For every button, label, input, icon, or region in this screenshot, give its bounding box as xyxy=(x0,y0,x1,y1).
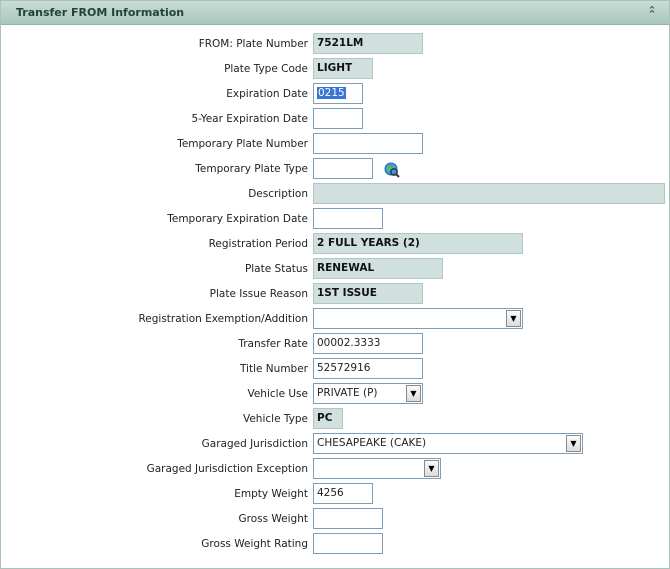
panel-title: Transfer FROM Information xyxy=(16,6,185,19)
empty-weight-input[interactable]: 4256 xyxy=(313,483,373,504)
plate-status-label: Plate Status xyxy=(244,263,308,275)
temp-plate-number-input[interactable] xyxy=(313,133,423,154)
description-field xyxy=(313,183,665,204)
plate-number-field: 7521LM xyxy=(313,33,423,54)
gross-weight-rating-input[interactable] xyxy=(313,533,383,554)
temp-expiration-date-input[interactable] xyxy=(313,208,383,229)
five-year-expiration-label: 5-Year Expiration Date xyxy=(191,113,308,125)
description-label: Description xyxy=(248,188,308,200)
vehicle-use-select[interactable]: PRIVATE (P) ▼ xyxy=(313,383,423,404)
garaged-jurisdiction-value: CHESAPEAKE (CAKE) xyxy=(317,437,427,449)
double-chevron-up-icon[interactable]: ⌃ ⌃ xyxy=(645,4,659,21)
expiration-date-value: 0215 xyxy=(317,87,346,99)
garaged-jurisdiction-label: Garaged Jurisdiction xyxy=(201,438,308,450)
temp-plate-type-label: Temporary Plate Type xyxy=(195,163,308,175)
temp-plate-number-label: Temporary Plate Number xyxy=(177,138,308,150)
vehicle-type-label: Vehicle Type xyxy=(242,413,308,425)
registration-exemption-select[interactable]: ▼ xyxy=(313,308,523,329)
title-number-input[interactable]: 52572916 xyxy=(313,358,423,379)
plate-issue-reason-label: Plate Issue Reason xyxy=(209,288,308,300)
chevron-down-icon[interactable]: ▼ xyxy=(506,310,521,327)
temp-plate-type-input[interactable] xyxy=(313,158,373,179)
transfer-rate-input[interactable]: 00002.3333 xyxy=(313,333,423,354)
transfer-rate-label: Transfer Rate xyxy=(238,338,308,350)
gross-weight-rating-label: Gross Weight Rating xyxy=(201,538,308,550)
gross-weight-input[interactable] xyxy=(313,508,383,529)
chevron-down-icon[interactable]: ▼ xyxy=(406,385,421,402)
title-number-label: Title Number xyxy=(239,363,308,375)
registration-period-field: 2 FULL YEARS (2) xyxy=(313,233,523,254)
plate-status-field: RENEWAL xyxy=(313,258,443,279)
vehicle-type-field: PC xyxy=(313,408,343,429)
plate-type-code-label: Plate Type Code xyxy=(224,63,308,75)
registration-period-label: Registration Period xyxy=(208,238,308,250)
garaged-jurisdiction-exception-select[interactable]: ▼ xyxy=(313,458,441,479)
plate-issue-reason-field: 1ST ISSUE xyxy=(313,283,423,304)
vehicle-use-value: PRIVATE (P) xyxy=(317,387,378,399)
plate-type-code-field: LIGHT xyxy=(313,58,373,79)
temp-expiration-date-label: Temporary Expiration Date xyxy=(167,213,308,225)
expiration-date-input[interactable]: 0215 xyxy=(313,83,363,104)
panel-header: Transfer FROM Information ⌃ ⌃ xyxy=(1,1,669,25)
vehicle-use-label: Vehicle Use xyxy=(247,388,308,400)
registration-exemption-label: Registration Exemption/Addition xyxy=(138,313,308,325)
empty-weight-label: Empty Weight xyxy=(234,488,308,500)
expiration-date-label: Expiration Date xyxy=(226,88,308,100)
chevron-down-icon[interactable]: ▼ xyxy=(424,460,439,477)
gross-weight-label: Gross Weight xyxy=(238,513,308,525)
globe-search-icon[interactable] xyxy=(384,162,400,178)
chevron-down-icon[interactable]: ▼ xyxy=(566,435,581,452)
plate-number-label: FROM: Plate Number xyxy=(198,38,308,50)
garaged-jurisdiction-exception-label: Garaged Jurisdiction Exception xyxy=(146,463,308,475)
garaged-jurisdiction-select[interactable]: CHESAPEAKE (CAKE) ▼ xyxy=(313,433,583,454)
five-year-expiration-input[interactable] xyxy=(313,108,363,129)
